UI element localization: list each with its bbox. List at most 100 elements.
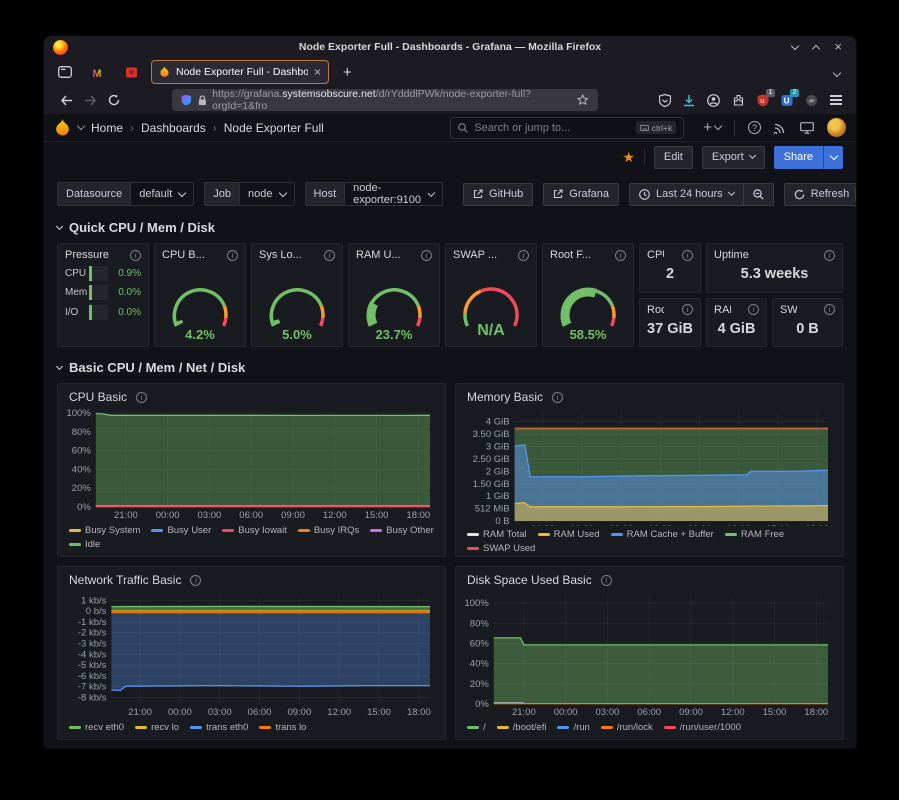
share-button[interactable]: Share (774, 146, 843, 169)
panel-info-icon[interactable] (824, 304, 835, 315)
pocket-shield-icon[interactable] (659, 94, 671, 107)
legend-item[interactable]: recv lo (135, 722, 179, 733)
breadcrumb-dashboards[interactable]: Dashboards (141, 121, 206, 135)
tracking-shield-icon[interactable] (181, 94, 192, 106)
memory-basic-chart[interactable]: 4 GiB3.50 GiB3 GiB2.50 GiB2 GiB1.50 GiB1… (463, 408, 836, 526)
user-avatar[interactable] (827, 118, 846, 137)
back-icon[interactable] (54, 88, 78, 112)
edit-button[interactable]: Edit (654, 146, 693, 169)
export-button[interactable]: Export (702, 146, 765, 169)
tab-close-icon[interactable]: × (314, 65, 321, 79)
bookmark-star-icon[interactable] (577, 94, 589, 106)
panel-info-icon[interactable] (824, 250, 835, 261)
job-select[interactable]: node (239, 182, 294, 206)
time-range-picker[interactable]: Last 24 hours (629, 183, 744, 206)
legend-item[interactable]: /boot/efi (497, 722, 547, 733)
zoom-out-icon[interactable] (744, 183, 774, 206)
panel-title[interactable]: RAM U... (356, 249, 401, 261)
favorite-star-icon[interactable]: ★ (622, 149, 635, 166)
panel-info-icon[interactable] (136, 392, 147, 403)
panel-title[interactable]: Root F... (550, 249, 591, 261)
panel-title[interactable]: CPU Basic (69, 390, 127, 404)
panel-info-icon[interactable] (682, 250, 693, 261)
panel-info-icon[interactable] (324, 250, 335, 261)
add-button[interactable]: + (703, 119, 721, 136)
forward-icon[interactable] (78, 88, 102, 112)
legend-item[interactable]: trans eth0 (190, 722, 248, 733)
panel-info-icon[interactable] (748, 304, 759, 315)
list-all-tabs-icon[interactable] (834, 63, 848, 81)
panel-title[interactable]: Memory Basic (467, 390, 543, 404)
grafana-link-button[interactable]: Grafana (543, 183, 619, 206)
refresh-button[interactable]: Refresh 1m (784, 183, 856, 206)
panel-info-icon[interactable] (615, 250, 626, 261)
ublock-extension[interactable]: u 1 (757, 94, 769, 107)
download-icon[interactable] (683, 94, 695, 107)
window-maximize-icon[interactable] (812, 44, 820, 52)
active-tab[interactable]: Node Exporter Full - Dashbo × (151, 60, 329, 84)
monitor-icon[interactable] (800, 122, 814, 134)
extensions-puzzle-icon[interactable] (732, 94, 745, 107)
legend-item[interactable]: recv eth0 (69, 722, 124, 733)
pinned-tab-gmail[interactable]: M (85, 61, 111, 83)
panel-info-icon[interactable] (130, 250, 141, 261)
legend-item[interactable]: Busy System (69, 525, 140, 536)
legend-item[interactable]: Busy Iowait (222, 525, 287, 536)
new-tab-button[interactable]: + (336, 64, 359, 81)
panel-title[interactable]: SWAP ... (453, 249, 497, 261)
firefox-view-icon[interactable] (52, 61, 78, 83)
panel-title[interactable]: CPU B... (162, 249, 205, 261)
network-traffic-chart[interactable]: 1 kb/s0 b/s-1 kb/s-2 kb/s-3 kb/s-4 kb/s-… (65, 591, 438, 719)
share-dropdown-icon[interactable] (823, 146, 843, 169)
panel-title[interactable]: CPU Cores (647, 249, 664, 261)
github-link-button[interactable]: GitHub (463, 183, 533, 206)
panel-title[interactable]: Uptime (714, 249, 749, 261)
legend-item[interactable]: RAM Total (467, 529, 527, 540)
breadcrumb-home[interactable]: Home (91, 121, 123, 135)
section-quick-cpu[interactable]: Quick CPU / Mem / Disk (57, 220, 843, 235)
panel-info-icon[interactable] (682, 304, 693, 315)
legend-item[interactable]: RAM Used (538, 529, 600, 540)
cpu-basic-chart[interactable]: 100%80%60%40%20%0%21:0000:0003:0006:0009… (65, 408, 438, 522)
search-input[interactable]: Search or jump to... ctrl+k (450, 117, 684, 139)
legend-item[interactable]: trans lo (259, 722, 306, 733)
legend-item[interactable]: /run/user/1000 (664, 722, 741, 733)
menu-icon[interactable] (830, 95, 842, 105)
legend-item[interactable]: /run/lock (601, 722, 653, 733)
legend-item[interactable]: Busy User (151, 525, 211, 536)
blue-extension[interactable]: U 2 (781, 94, 793, 107)
legend-item[interactable]: / (467, 722, 486, 733)
window-minimize-icon[interactable] (791, 41, 799, 49)
legend-item[interactable]: RAM Free (725, 529, 784, 540)
disk-space-chart[interactable]: 100%80%60%40%20%0%21:0000:0003:0006:0009… (463, 591, 836, 719)
panel-info-icon[interactable] (518, 250, 529, 261)
legend-item[interactable]: Busy IRQs (298, 525, 359, 536)
org-switcher-icon[interactable] (77, 122, 85, 130)
panel-title[interactable]: RootFS Total (647, 304, 664, 316)
panel-title[interactable]: SWAP Total (780, 304, 797, 316)
panel-info-icon[interactable] (227, 250, 238, 261)
pinned-tab-icon[interactable] (118, 61, 144, 83)
legend-item[interactable]: RAM Cache + Buffer (611, 529, 714, 540)
panel-title[interactable]: Network Traffic Basic (69, 573, 181, 587)
panel-info-icon[interactable] (552, 392, 563, 403)
news-rss-icon[interactable] (774, 122, 787, 134)
url-bar[interactable]: https://grafana.systemsobscure.net/d/rYd… (172, 89, 598, 111)
titlebar[interactable]: Node Exporter Full - Dashboards - Grafan… (44, 36, 856, 58)
panel-title[interactable]: Disk Space Used Basic (467, 573, 592, 587)
host-select[interactable]: node-exporter:9100 (344, 182, 443, 206)
panel-info-icon[interactable] (421, 250, 432, 261)
panel-info-icon[interactable] (190, 575, 201, 586)
legend-item[interactable]: /run (557, 722, 589, 733)
panel-title[interactable]: Sys Lo... (259, 249, 302, 261)
grafana-logo-icon[interactable] (54, 119, 71, 137)
panel-title[interactable]: Pressure (65, 249, 109, 261)
account-icon[interactable] (707, 94, 720, 107)
legend-item[interactable]: Idle (69, 539, 100, 550)
datasource-select[interactable]: default (130, 182, 194, 206)
help-icon[interactable]: ? (748, 121, 761, 134)
section-basic[interactable]: Basic CPU / Mem / Net / Disk (57, 360, 843, 375)
panel-info-icon[interactable] (601, 575, 612, 586)
panel-title[interactable]: RAM Total (714, 304, 731, 316)
reload-icon[interactable] (102, 88, 126, 112)
